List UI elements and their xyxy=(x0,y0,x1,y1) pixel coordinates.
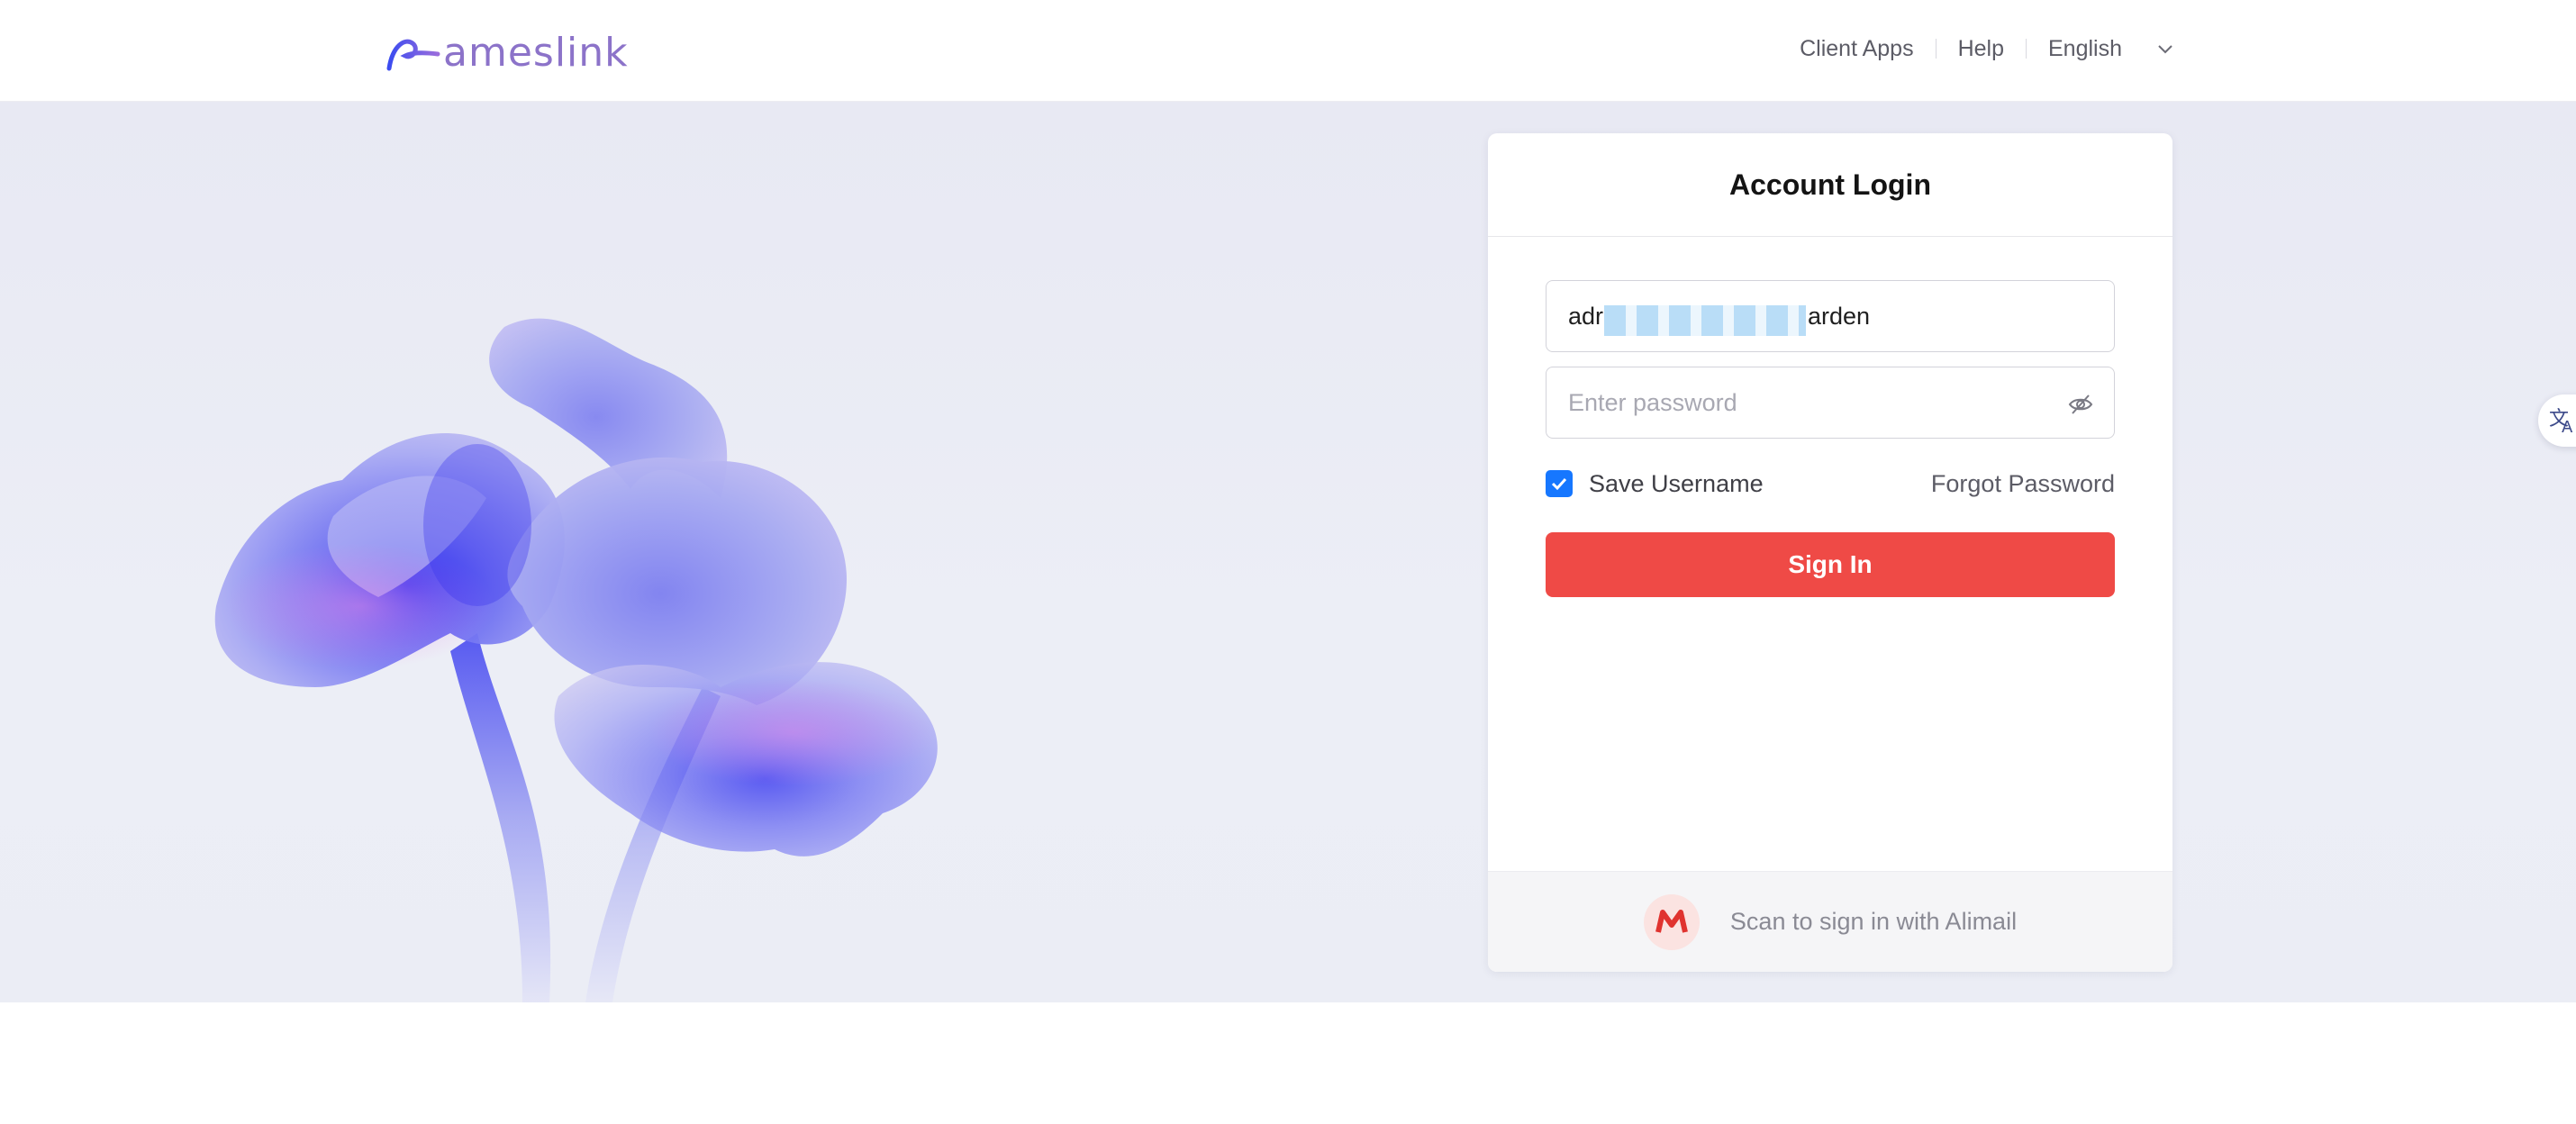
nav-client-apps[interactable]: Client Apps xyxy=(1778,36,1935,62)
save-username-checkbox[interactable]: Save Username xyxy=(1546,470,1764,498)
forgot-password-link[interactable]: Forgot Password xyxy=(1931,470,2115,498)
username-field[interactable]: adr arden xyxy=(1546,280,2115,352)
brand-logo[interactable]: ameslink xyxy=(385,23,629,81)
password-field[interactable]: Enter password xyxy=(1546,367,2115,439)
flower-illustration xyxy=(214,318,938,1002)
alimail-scan-login[interactable]: Scan to sign in with Alimail xyxy=(1488,871,2172,972)
checkbox-box[interactable] xyxy=(1546,470,1573,497)
options-row: Save Username Forgot Password xyxy=(1546,467,2115,500)
logo-text: ameslink xyxy=(443,29,629,76)
checkmark-icon xyxy=(1551,477,1567,491)
alimail-scan-label: Scan to sign in with Alimail xyxy=(1729,908,2018,935)
language-selector[interactable]: English xyxy=(2027,36,2174,62)
svg-text:A: A xyxy=(2562,418,2573,436)
hero-banner: Account Login adr arden Enter password S… xyxy=(0,102,2576,1002)
nav-help[interactable]: Help xyxy=(1937,36,2026,62)
sign-in-button[interactable]: Sign In xyxy=(1546,532,2115,597)
top-header: ameslink Client Apps Help English xyxy=(0,0,2576,102)
username-prefix: adr xyxy=(1568,302,1604,330)
save-username-label: Save Username xyxy=(1589,469,1764,497)
username-suffix: arden xyxy=(1808,303,1871,330)
eye-off-icon[interactable] xyxy=(2067,391,2094,418)
top-nav: Client Apps Help English xyxy=(1778,29,2174,68)
password-placeholder: Enter password xyxy=(1568,388,1737,416)
login-card: Account Login adr arden Enter password S… xyxy=(1488,133,2172,972)
chevron-down-icon xyxy=(2158,45,2172,54)
login-form: adr arden Enter password Save Username F… xyxy=(1488,237,2172,597)
redacted-mask xyxy=(1604,305,1806,336)
translate-icon: 文 A xyxy=(2549,408,2573,436)
login-title: Account Login xyxy=(1488,133,2172,237)
ameslink-logo-icon xyxy=(386,39,440,71)
language-label: English xyxy=(2048,35,2122,61)
alimail-m-icon xyxy=(1643,893,1700,950)
